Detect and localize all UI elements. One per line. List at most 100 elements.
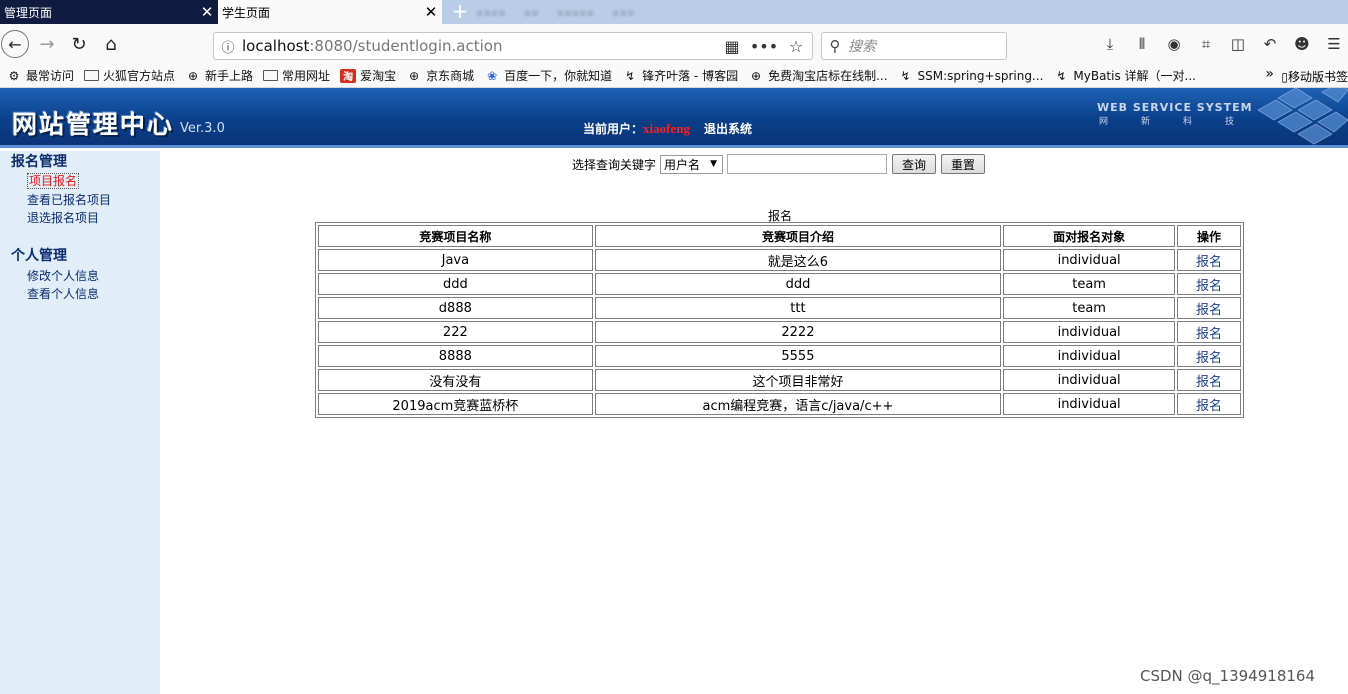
bookmark-ssm[interactable]: ↯ SSM:spring+spring...: [898, 69, 1044, 83]
sidebar-group-personal: 个人管理 修改个人信息 查看个人信息: [11, 245, 160, 303]
project-name-cell: 8888: [318, 345, 593, 367]
globe-icon: ⊕: [409, 68, 420, 83]
bookmark-label: 百度一下，你就知道: [504, 69, 613, 83]
bookmark-jd[interactable]: ⊕ 京东商城: [406, 67, 474, 84]
target-cell: individual: [1003, 369, 1176, 391]
back-icon[interactable]: ←: [1, 30, 29, 58]
baidu-icon: ❀: [487, 68, 498, 83]
query-row: 选择查询关键字 用户名 ▼ 查询 重置: [572, 153, 986, 175]
user-area: 当前用户：xiaofeng 退出系统: [583, 120, 752, 137]
tab-title: 管理页面: [4, 5, 53, 20]
bookmark-label: 爱淘宝: [360, 69, 397, 83]
more-actions-icon[interactable]: •••: [748, 37, 780, 56]
signup-link[interactable]: 报名: [1177, 345, 1241, 367]
sidebar-item-view-profile[interactable]: 查看个人信息: [27, 285, 160, 303]
signup-link[interactable]: 报名: [1177, 321, 1241, 343]
project-name-cell: 222: [318, 321, 593, 343]
table-row: 2019acm竞赛蓝桥杯 acm编程竞赛，语言c/java/c++ individu…: [318, 393, 1241, 415]
address-bar[interactable]: ⓘ localhost:8080/studentlogin.action ▦ •…: [213, 32, 813, 60]
signup-link[interactable]: 报名: [1177, 297, 1241, 319]
bookmark-cnblogs[interactable]: ↯ 锋齐叶落 - 博客园: [622, 67, 738, 84]
taobao-icon: 淘: [340, 68, 357, 83]
menu-icon[interactable]: ☰: [1320, 30, 1348, 58]
bookmark-label: 最常访问: [26, 69, 75, 83]
sidebar-icon[interactable]: ◫: [1224, 30, 1252, 58]
home-icon[interactable]: ⌂: [97, 30, 125, 58]
mobile-bookmarks[interactable]: ▯移动版书签: [1281, 68, 1348, 85]
signup-link[interactable]: 报名: [1177, 273, 1241, 295]
reload-icon[interactable]: ↻: [65, 30, 93, 58]
keyword-select[interactable]: 用户名 ▼: [660, 154, 724, 174]
project-intro-cell: 5555: [594, 345, 1002, 367]
target-cell: individual: [1003, 393, 1176, 415]
bookmark-common-sites[interactable]: 常用网址: [263, 67, 330, 84]
bookmark-getting-started[interactable]: ⊕ 新手上路: [185, 67, 253, 84]
site-logo: 网站管理中心: [12, 110, 175, 139]
query-input[interactable]: [727, 154, 888, 174]
undo-icon[interactable]: ↶: [1256, 30, 1284, 58]
chat-icon[interactable]: ◉: [1160, 30, 1188, 58]
sidebar-item-view-registered[interactable]: 查看已报名项目: [27, 191, 160, 209]
library-icon[interactable]: ⫴: [1128, 30, 1156, 58]
account-icon[interactable]: ☻: [1288, 30, 1316, 58]
download-icon[interactable]: ⤓: [1096, 30, 1124, 58]
bookmark-label: 常用网址: [282, 69, 331, 83]
close-icon[interactable]: ✕: [420, 3, 442, 21]
sidebar-item-withdraw[interactable]: 退选报名项目: [27, 209, 160, 227]
folder-icon: [84, 70, 100, 81]
blog-icon: ↯: [625, 68, 636, 83]
search-icon: ⚲: [829, 37, 841, 55]
qr-code-icon[interactable]: ▦: [716, 37, 748, 56]
reset-button[interactable]: 重置: [941, 154, 986, 174]
url-text[interactable]: localhost:8080/studentlogin.action: [242, 37, 716, 55]
sidebar-item-edit-profile[interactable]: 修改个人信息: [27, 267, 160, 285]
sidebar-group-registration: 报名管理 项目报名 查看已报名项目 退选报名项目: [11, 151, 160, 227]
bookmark-mybatis[interactable]: ↯ MyBatis 详解（一对...: [1053, 67, 1196, 84]
crop-screenshot-icon[interactable]: ⌗: [1192, 30, 1220, 58]
target-cell: team: [1003, 273, 1176, 295]
sidebar-group-title: 报名管理: [11, 154, 67, 170]
project-intro-cell: ttt: [594, 297, 1002, 319]
tab-admin-page[interactable]: 管理页面 ✕: [0, 0, 218, 24]
bookmark-label: 免费淘宝店标在线制...: [768, 69, 888, 83]
keyword-select-value: 用户名: [664, 157, 701, 172]
project-name-cell: Java: [318, 249, 593, 271]
bookmark-firefox-site[interactable]: 火狐官方站点: [84, 67, 175, 84]
site-header: 网站管理中心 Ver.3.0 当前用户：xiaofeng 退出系统 WEB SER…: [0, 88, 1348, 148]
search-box[interactable]: ⚲ 搜索: [821, 32, 1007, 60]
url-path: :8080/studentlogin.action: [309, 37, 503, 55]
bookmarks-bar: ⚙ 最常访问 火狐官方站点 ⊕ 新手上路 常用网址 淘爱淘宝 ⊕ 京东商城 ❀ 百度一下…: [0, 64, 1348, 88]
query-label: 选择查询关键字: [572, 157, 657, 172]
url-host: localhost: [242, 37, 310, 55]
target-cell: team: [1003, 297, 1176, 319]
target-cell: individual: [1003, 249, 1176, 271]
info-icon[interactable]: ⓘ: [214, 37, 242, 56]
version-label: Ver.3.0: [180, 121, 225, 136]
search-button[interactable]: 查询: [892, 154, 937, 174]
table-row: 没有没有 这个项目非常好 individual 报名: [318, 369, 1241, 391]
signup-link[interactable]: 报名: [1177, 393, 1241, 415]
close-icon[interactable]: ✕: [196, 3, 218, 21]
bookmark-taobao[interactable]: 淘爱淘宝: [340, 67, 396, 84]
star-bookmark-icon[interactable]: ☆: [780, 37, 812, 56]
keyboard-graphic: [1257, 88, 1348, 145]
forward-icon[interactable]: →: [33, 30, 61, 58]
tab-student-page[interactable]: 学生页面 ✕: [218, 0, 442, 24]
bookmark-most-visited[interactable]: ⚙ 最常访问: [6, 67, 74, 84]
mobile-bookmarks-label: 移动版书签: [1287, 70, 1348, 84]
bookmark-taobao-logo[interactable]: ⊕ 免费淘宝店标在线制...: [748, 67, 887, 84]
bookmarks-overflow-icon[interactable]: »: [1265, 66, 1274, 82]
table-row: ddd ddd team 报名: [318, 273, 1241, 295]
signup-link[interactable]: 报名: [1177, 249, 1241, 271]
sidebar-item-project-signup[interactable]: 项目报名: [27, 173, 80, 189]
new-tab-button[interactable]: +: [446, 0, 474, 24]
bookmark-baidu[interactable]: ❀ 百度一下，你就知道: [484, 67, 612, 84]
project-intro-cell: acm编程竞赛，语言c/java/c++: [594, 393, 1002, 415]
logout-link[interactable]: 退出系统: [704, 122, 752, 136]
globe-icon: ⊕: [188, 68, 199, 83]
column-header: 操作: [1177, 225, 1241, 247]
signup-link[interactable]: 报名: [1177, 369, 1241, 391]
bookmark-label: MyBatis 详解（一对...: [1073, 69, 1196, 83]
project-name-cell: d888: [318, 297, 593, 319]
browser-tab-strip: 管理页面 ✕ 学生页面 ✕ + ▪▪▪▪ ▪▪ ▪▪▪▪▪ ▪▪▪: [0, 0, 1348, 24]
